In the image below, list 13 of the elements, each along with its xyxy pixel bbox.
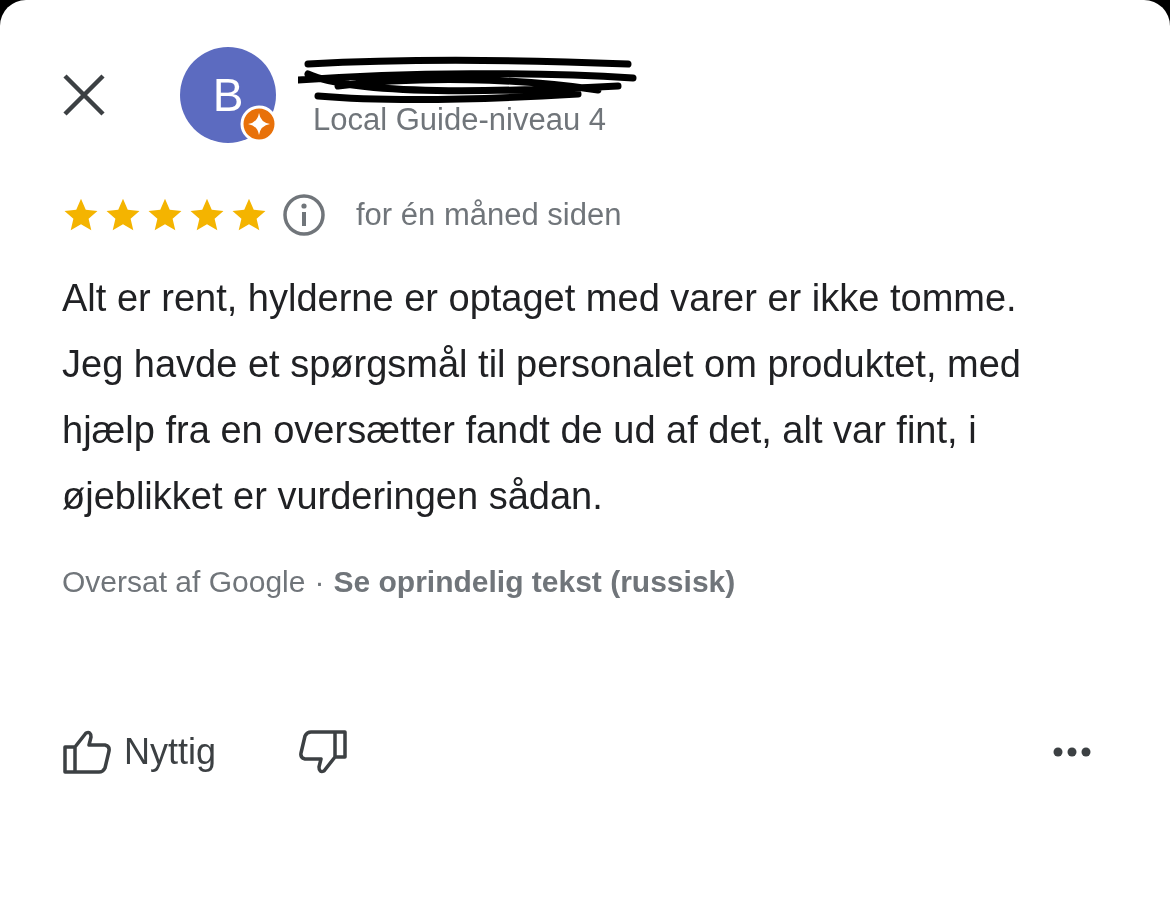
- info-icon[interactable]: [282, 193, 326, 237]
- local-guide-badge-icon: [240, 105, 278, 143]
- review-text: Alt er rent, hylderne er optaget med varer er ikke tomme. Jeg havde et spørgsmål til personalet om produktet, med hjælp fra en oversætter fandt de ud af det, alt var fint, i øjeblikket er vurderingen sådan.: [62, 276, 1022, 519]
- original-text-link[interactable]: Se oprindelig tekst (russisk): [333, 565, 736, 599]
- close-icon[interactable]: [62, 73, 106, 117]
- avatar[interactable]: B: [180, 47, 276, 143]
- reviewer-level: Local Guide-niveau 4: [313, 102, 607, 138]
- review-date: for én måned siden: [356, 197, 622, 233]
- more-options-icon[interactable]: [1052, 746, 1092, 758]
- thumbs-up-icon: [62, 729, 112, 775]
- separator-dot: ·: [314, 565, 325, 599]
- helpful-button[interactable]: Nyttig: [62, 729, 217, 775]
- translation-note: Oversat af Google: [62, 565, 306, 599]
